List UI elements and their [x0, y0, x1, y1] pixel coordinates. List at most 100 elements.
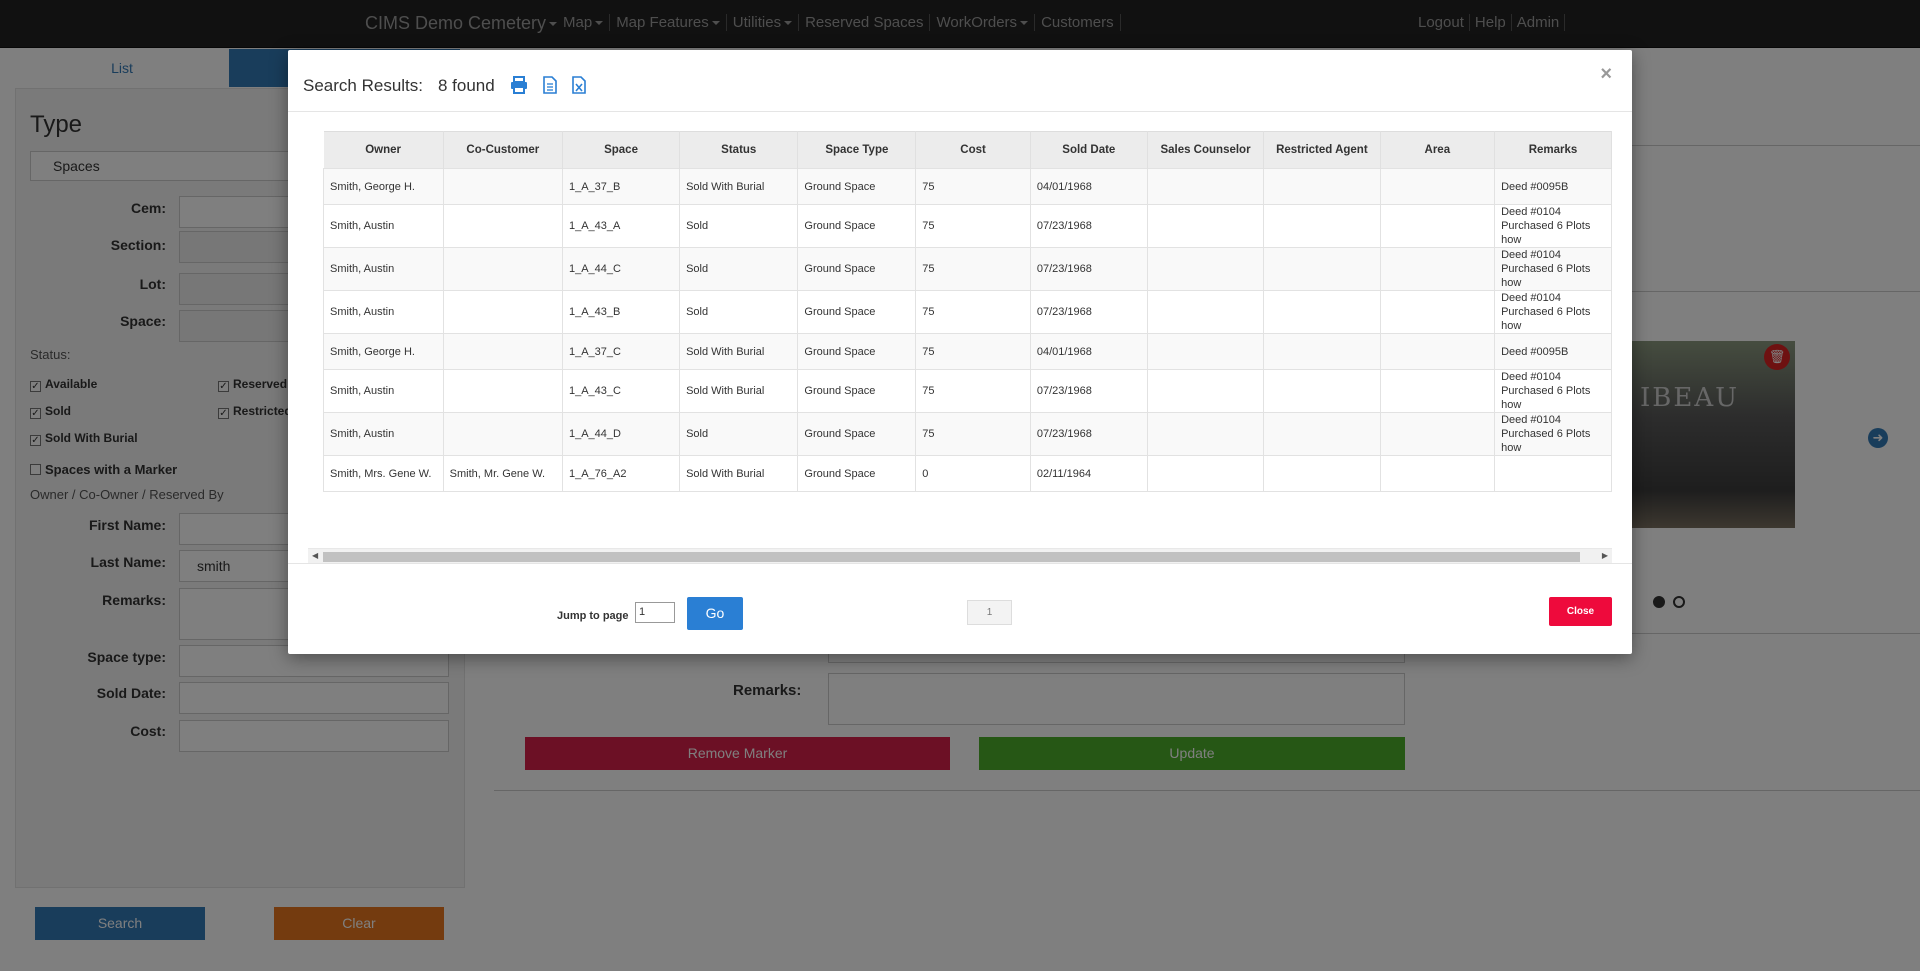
scrollbar-thumb[interactable] [323, 552, 1580, 562]
table-row[interactable]: Smith, Austin 1_A_44_D Sold Ground Space 75 0… [323, 412, 1612, 456]
cell-status: Sold [679, 247, 799, 291]
cell-area [1379, 333, 1496, 370]
cell-co-customer [442, 247, 563, 291]
column-header-restricted-agent[interactable]: Restricted Agent [1263, 131, 1381, 169]
cell-status: Sold [679, 412, 799, 456]
cell-sales-counselor [1146, 455, 1265, 492]
cell-cost: 75 [915, 369, 1031, 413]
cell-area [1379, 247, 1496, 291]
cell-remarks: Deed #0104 Purchased 6 Plots how [1494, 204, 1612, 248]
page-number[interactable]: 1 [967, 600, 1012, 625]
cell-space-type: Ground Space [797, 369, 917, 413]
excel-icon[interactable] [570, 76, 588, 94]
cell-area [1379, 369, 1496, 413]
results-table: Owner Co-Customer Space Status Space Typ… [323, 131, 1612, 492]
cell-space-type: Ground Space [797, 168, 917, 205]
cell-cost: 75 [915, 168, 1031, 205]
cell-owner: Smith, George H. [323, 168, 444, 205]
cell-cost: 0 [915, 455, 1031, 492]
cell-remarks: Deed #0104 Purchased 6 Plots how [1494, 369, 1612, 413]
scroll-right-icon[interactable]: ▶ [1602, 551, 1608, 560]
cell-sales-counselor [1146, 247, 1265, 291]
cell-sold-date: 04/01/1968 [1029, 333, 1148, 370]
cell-cost: 75 [915, 204, 1031, 248]
table-row[interactable]: Smith, George H. 1_A_37_C Sold With Burial… [323, 333, 1612, 370]
cell-restricted-agent [1263, 290, 1381, 334]
horizontal-scrollbar[interactable]: ◀ ▶ [308, 548, 1612, 563]
column-header-space[interactable]: Space [562, 131, 681, 169]
table-row[interactable]: Smith, George H. 1_A_37_B Sold With Burial… [323, 168, 1612, 205]
column-header-status[interactable]: Status [679, 131, 799, 169]
cell-remarks: Deed #0104 Purchased 6 Plots how [1494, 412, 1612, 456]
cell-remarks: Deed #0104 Purchased 6 Plots how [1494, 247, 1612, 291]
cell-space: 1_A_43_B [561, 290, 681, 334]
results-table-container[interactable]: Owner Co-Customer Space Status Space Typ… [323, 131, 1612, 501]
column-header-space-type[interactable]: Space Type [797, 131, 917, 169]
cell-space: 1_A_76_A2 [561, 455, 681, 492]
cell-area [1379, 290, 1496, 334]
cell-sales-counselor [1146, 290, 1265, 334]
table-row[interactable]: Smith, Austin 1_A_43_A Sold Ground Space 75 0… [323, 204, 1612, 248]
cell-owner: Smith, Austin [323, 204, 444, 248]
go-button[interactable]: Go [687, 597, 743, 630]
cell-owner: Smith, Austin [323, 247, 444, 291]
cell-cost: 75 [915, 333, 1031, 370]
column-header-sales-counselor[interactable]: Sales Counselor [1147, 131, 1265, 169]
cell-area [1379, 168, 1496, 205]
cell-co-customer: Smith, Mr. Gene W. [442, 455, 563, 492]
cell-sold-date: 07/23/1968 [1029, 204, 1148, 248]
close-icon[interactable]: × [1600, 63, 1612, 86]
modal-title: Search Results: [303, 76, 423, 95]
column-header-area[interactable]: Area [1380, 131, 1496, 169]
cell-cost: 75 [915, 412, 1031, 456]
print-icon[interactable] [510, 76, 528, 94]
cell-restricted-agent [1263, 412, 1381, 456]
cell-cost: 75 [915, 247, 1031, 291]
cell-sales-counselor [1146, 333, 1265, 370]
cell-space-type: Ground Space [797, 412, 917, 456]
table-row[interactable]: Smith, Austin 1_A_43_C Sold With Burial Gro… [323, 369, 1612, 413]
cell-status: Sold With Burial [679, 455, 799, 492]
modal-footer: Jump to page 1 Go 1 Close [288, 563, 1632, 654]
modal-header: Search Results: 8 found × [288, 50, 1632, 112]
table-row[interactable]: Smith, Austin 1_A_44_C Sold Ground Space 75 0… [323, 247, 1612, 291]
results-count: 8 found [438, 76, 495, 95]
cell-space: 1_A_43_A [561, 204, 681, 248]
cell-space: 1_A_44_C [561, 247, 681, 291]
cell-status: Sold With Burial [679, 168, 799, 205]
cell-remarks: Deed #0104 Purchased 6 Plots how [1494, 290, 1612, 334]
table-row[interactable]: Smith, Mrs. Gene W. Smith, Mr. Gene W. 1_A… [323, 455, 1612, 492]
cell-area [1379, 455, 1496, 492]
cell-area [1379, 412, 1496, 456]
cell-sold-date: 07/23/1968 [1029, 247, 1148, 291]
column-header-co-customer[interactable]: Co-Customer [443, 131, 563, 169]
cell-sold-date: 07/23/1968 [1029, 412, 1148, 456]
cell-owner: Smith, Mrs. Gene W. [323, 455, 444, 492]
column-header-remarks[interactable]: Remarks [1494, 131, 1612, 169]
cell-space: 1_A_37_B [561, 168, 681, 205]
scroll-left-icon[interactable]: ◀ [312, 551, 318, 560]
cell-area [1379, 204, 1496, 248]
cell-status: Sold With Burial [679, 333, 799, 370]
jump-to-page-input[interactable]: 1 [635, 602, 675, 623]
column-header-cost[interactable]: Cost [915, 131, 1031, 169]
cell-space: 1_A_43_C [561, 369, 681, 413]
cell-restricted-agent [1263, 369, 1381, 413]
cell-owner: Smith, George H. [323, 333, 444, 370]
cell-owner: Smith, Austin [323, 369, 444, 413]
column-header-owner[interactable]: Owner [323, 131, 444, 169]
cell-sold-date: 07/23/1968 [1029, 290, 1148, 334]
cell-owner: Smith, Austin [323, 290, 444, 334]
cell-restricted-agent [1263, 333, 1381, 370]
close-button[interactable]: Close [1549, 597, 1612, 626]
column-header-sold-date[interactable]: Sold Date [1030, 131, 1148, 169]
document-icon[interactable] [541, 76, 559, 94]
cell-restricted-agent [1263, 455, 1381, 492]
cell-space-type: Ground Space [797, 204, 917, 248]
cell-owner: Smith, Austin [323, 412, 444, 456]
cell-sales-counselor [1146, 369, 1265, 413]
cell-co-customer [442, 204, 563, 248]
cell-co-customer [442, 168, 563, 205]
cell-restricted-agent [1263, 204, 1381, 248]
table-row[interactable]: Smith, Austin 1_A_43_B Sold Ground Space 75 0… [323, 290, 1612, 334]
